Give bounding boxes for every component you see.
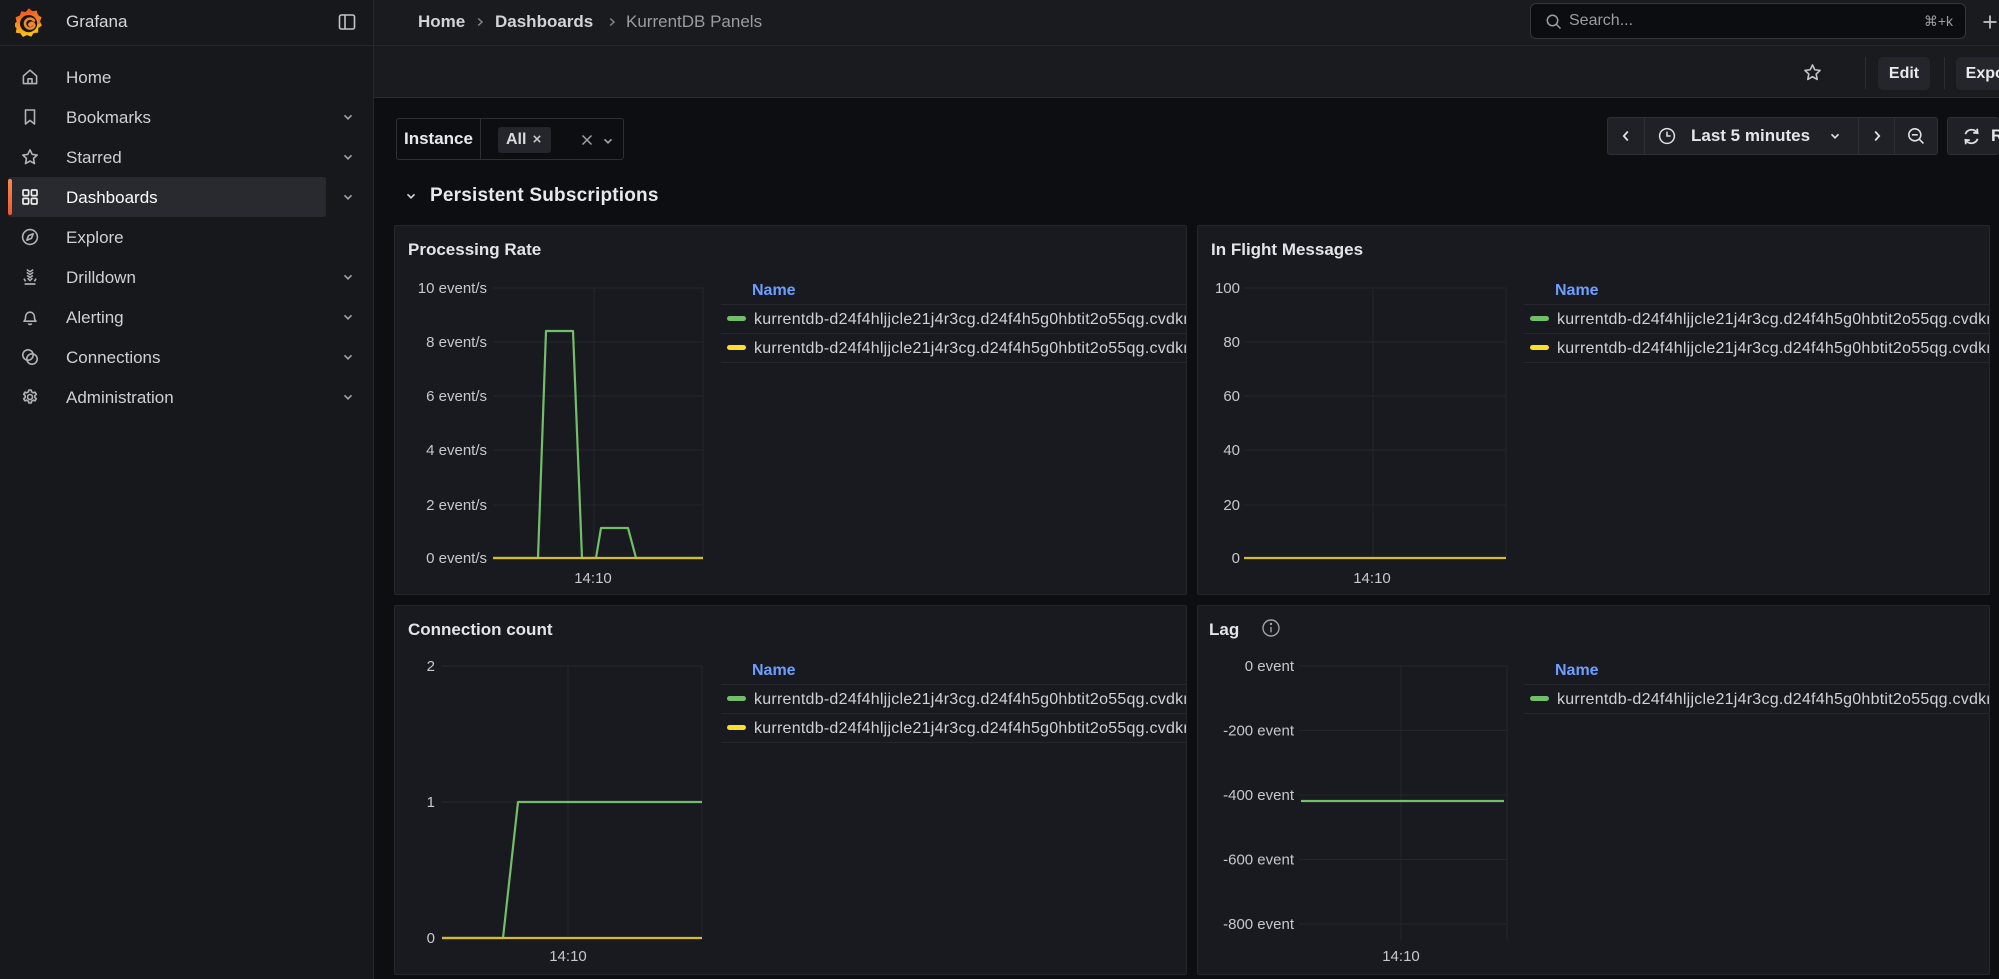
- svg-text:20: 20: [1223, 497, 1240, 514]
- svg-text:-800 event: -800 event: [1223, 916, 1295, 933]
- svg-text:80: 80: [1223, 334, 1240, 351]
- svg-text:0: 0: [427, 930, 435, 947]
- svg-text:-200 event: -200 event: [1223, 723, 1295, 740]
- svg-text:60: 60: [1223, 388, 1240, 405]
- svg-text:14:10: 14:10: [1353, 570, 1391, 587]
- svg-text:-400 event: -400 event: [1223, 787, 1295, 804]
- svg-text:4 event/s: 4 event/s: [426, 442, 487, 459]
- svg-text:14:10: 14:10: [574, 570, 612, 587]
- svg-text:10 event/s: 10 event/s: [418, 280, 487, 297]
- svg-text:0: 0: [1232, 550, 1240, 567]
- svg-text:6 event/s: 6 event/s: [426, 388, 487, 405]
- svg-text:-600 event: -600 event: [1223, 852, 1295, 869]
- svg-text:2: 2: [427, 658, 435, 675]
- svg-text:14:10: 14:10: [549, 948, 587, 965]
- svg-text:2 event/s: 2 event/s: [426, 497, 487, 514]
- svg-text:1: 1: [427, 794, 435, 811]
- svg-text:0 event/s: 0 event/s: [426, 550, 487, 567]
- svg-text:100: 100: [1215, 280, 1240, 297]
- svg-text:40: 40: [1223, 442, 1240, 459]
- svg-text:8 event/s: 8 event/s: [426, 334, 487, 351]
- svg-text:0 event: 0 event: [1245, 658, 1295, 675]
- svg-text:14:10: 14:10: [1382, 948, 1420, 965]
